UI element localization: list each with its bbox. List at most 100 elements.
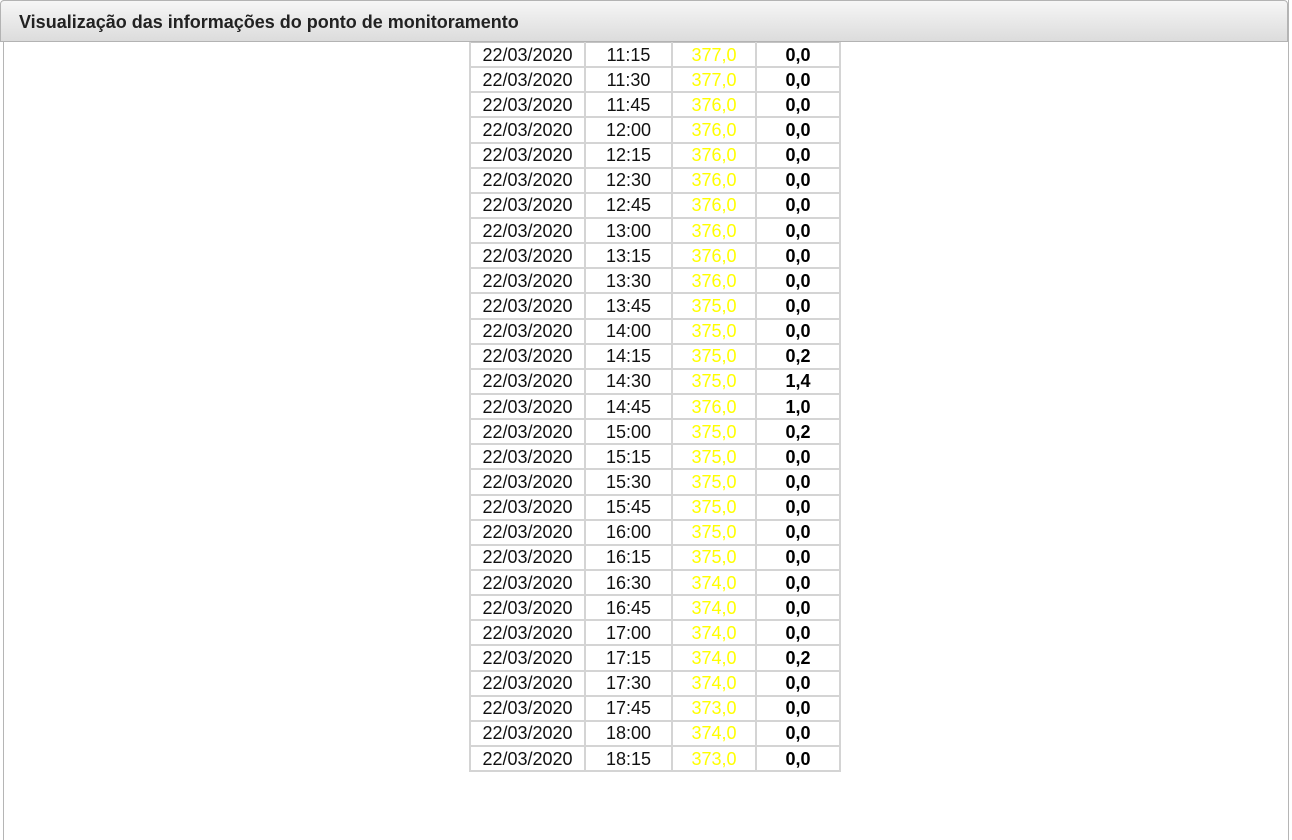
date-cell: 22/03/2020 (469, 66, 586, 94)
table-row: 22/03/2020 16:15 375,0 0,0 (469, 543, 841, 571)
date-cell: 22/03/2020 (469, 267, 586, 295)
time-cell: 15:45 (584, 493, 673, 521)
table-row: 22/03/2020 11:15 377,0 0,0 (469, 42, 841, 69)
time-cell: 17:00 (584, 619, 673, 647)
level-cell: 373,0 (671, 744, 757, 773)
date-cell: 22/03/2020 (469, 91, 586, 119)
date-cell: 22/03/2020 (469, 392, 586, 421)
time-cell: 18:15 (584, 744, 673, 773)
level-cell: 375,0 (671, 518, 757, 546)
table-row: 22/03/2020 16:45 374,0 0,0 (469, 594, 841, 622)
date-cell: 22/03/2020 (469, 543, 586, 571)
table-row: 22/03/2020 12:45 376,0 0,0 (469, 191, 841, 219)
time-cell: 15:15 (584, 443, 673, 471)
rain-cell: 0,0 (755, 493, 841, 521)
time-cell: 15:00 (584, 418, 673, 446)
time-cell: 16:15 (584, 543, 673, 571)
table-row: 22/03/2020 12:00 376,0 0,0 (469, 116, 841, 144)
date-cell: 22/03/2020 (469, 719, 586, 747)
date-cell: 22/03/2020 (469, 443, 586, 471)
table-row: 22/03/2020 17:30 374,0 0,0 (469, 669, 841, 697)
date-cell: 22/03/2020 (469, 468, 586, 496)
level-cell: 376,0 (671, 91, 757, 119)
level-cell: 375,0 (671, 367, 757, 395)
rain-cell: 0,0 (755, 116, 841, 144)
date-cell: 22/03/2020 (469, 191, 586, 219)
time-cell: 18:00 (584, 719, 673, 747)
rain-cell: 0,2 (755, 342, 841, 370)
level-cell: 374,0 (671, 644, 757, 672)
rain-cell: 0,0 (755, 292, 841, 320)
date-cell: 22/03/2020 (469, 166, 586, 194)
readings-table-body: 22/03/2020 11:15 377,0 0,0 22/03/2020 11:30 37… (469, 42, 841, 773)
table-row: 22/03/2020 13:15 376,0 0,0 (469, 242, 841, 270)
rain-cell: 0,2 (755, 418, 841, 446)
time-cell: 16:45 (584, 594, 673, 622)
rain-cell: 1,4 (755, 367, 841, 395)
time-cell: 14:00 (584, 317, 673, 345)
time-cell: 12:15 (584, 141, 673, 169)
rain-cell: 0,0 (755, 191, 841, 219)
rain-cell: 0,0 (755, 443, 841, 471)
time-cell: 15:30 (584, 468, 673, 496)
level-cell: 374,0 (671, 619, 757, 647)
table-row: 22/03/2020 15:30 375,0 0,0 (469, 468, 841, 496)
date-cell: 22/03/2020 (469, 418, 586, 446)
level-cell: 375,0 (671, 468, 757, 496)
level-cell: 376,0 (671, 392, 757, 421)
rain-cell: 0,0 (755, 594, 841, 622)
level-cell: 376,0 (671, 141, 757, 169)
time-cell: 17:30 (584, 669, 673, 697)
level-cell: 374,0 (671, 719, 757, 747)
rain-cell: 0,0 (755, 267, 841, 295)
rain-cell: 0,2 (755, 644, 841, 672)
level-cell: 375,0 (671, 493, 757, 521)
rain-cell: 0,0 (755, 242, 841, 270)
time-cell: 11:15 (584, 42, 673, 69)
time-cell: 11:45 (584, 91, 673, 119)
level-cell: 375,0 (671, 443, 757, 471)
time-cell: 14:15 (584, 342, 673, 370)
level-cell: 377,0 (671, 66, 757, 94)
panel-header: Visualização das informações do ponto de… (0, 0, 1288, 42)
panel-title: Visualização das informações do ponto de… (19, 12, 519, 32)
rain-cell: 0,0 (755, 518, 841, 546)
level-cell: 375,0 (671, 292, 757, 320)
table-row: 22/03/2020 18:15 373,0 0,0 (469, 744, 841, 773)
level-cell: 376,0 (671, 191, 757, 219)
table-row: 22/03/2020 12:30 376,0 0,0 (469, 166, 841, 194)
readings-table: 22/03/2020 11:15 377,0 0,0 22/03/2020 11:30 37… (469, 42, 841, 773)
level-cell: 377,0 (671, 42, 757, 69)
table-row: 22/03/2020 14:15 375,0 0,2 (469, 342, 841, 370)
rain-cell: 0,0 (755, 166, 841, 194)
rain-cell: 1,0 (755, 392, 841, 421)
level-cell: 374,0 (671, 669, 757, 697)
date-cell: 22/03/2020 (469, 568, 586, 597)
table-row: 22/03/2020 14:00 375,0 0,0 (469, 317, 841, 345)
table-row: 22/03/2020 14:45 376,0 1,0 (469, 392, 841, 421)
time-cell: 14:45 (584, 392, 673, 421)
level-cell: 375,0 (671, 317, 757, 345)
date-cell: 22/03/2020 (469, 242, 586, 270)
date-cell: 22/03/2020 (469, 644, 586, 672)
level-cell: 375,0 (671, 342, 757, 370)
time-cell: 13:30 (584, 267, 673, 295)
time-cell: 17:15 (584, 644, 673, 672)
time-cell: 14:30 (584, 367, 673, 395)
level-cell: 375,0 (671, 543, 757, 571)
table-row: 22/03/2020 13:30 376,0 0,0 (469, 267, 841, 295)
rain-cell: 0,0 (755, 669, 841, 697)
table-row: 22/03/2020 16:00 375,0 0,0 (469, 518, 841, 546)
rain-cell: 0,0 (755, 543, 841, 571)
table-row: 22/03/2020 17:00 374,0 0,0 (469, 619, 841, 647)
table-row: 22/03/2020 18:00 374,0 0,0 (469, 719, 841, 747)
rain-cell: 0,0 (755, 42, 841, 69)
level-cell: 376,0 (671, 267, 757, 295)
rain-cell: 0,0 (755, 719, 841, 747)
level-cell: 374,0 (671, 594, 757, 622)
table-row: 22/03/2020 17:45 373,0 0,0 (469, 694, 841, 722)
rain-cell: 0,0 (755, 568, 841, 597)
date-cell: 22/03/2020 (469, 694, 586, 722)
date-cell: 22/03/2020 (469, 292, 586, 320)
time-cell: 17:45 (584, 694, 673, 722)
